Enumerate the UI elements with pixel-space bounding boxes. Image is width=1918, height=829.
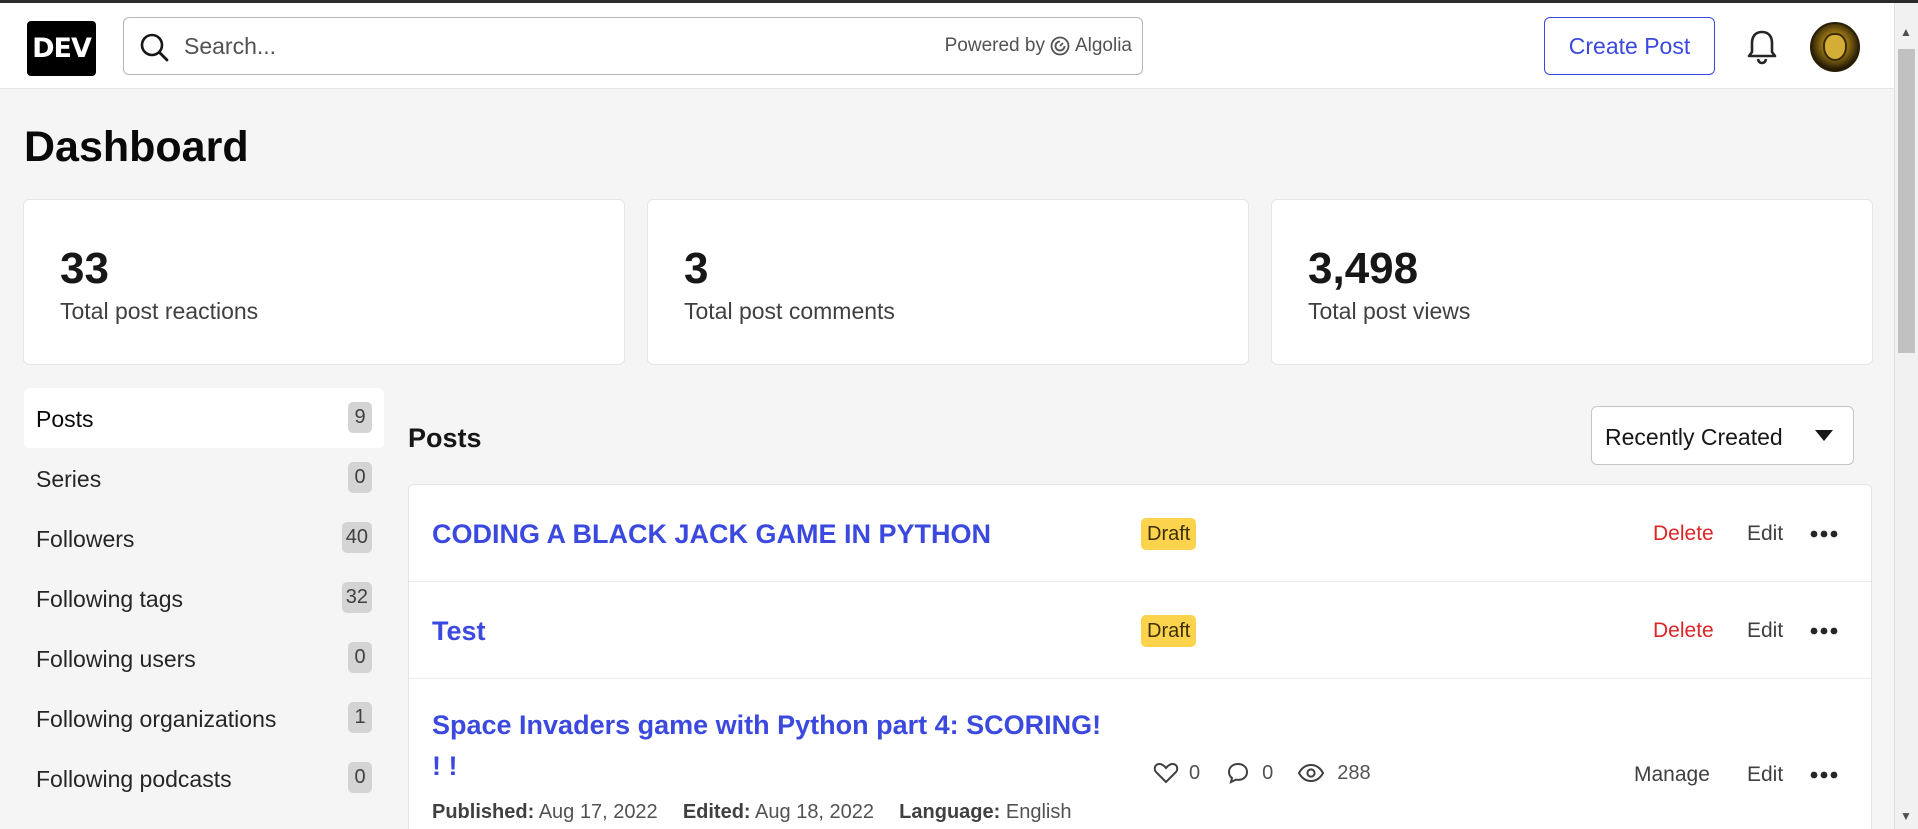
stat-label: Total post views (1308, 298, 1471, 324)
stat-value: 3,498 (1308, 244, 1419, 293)
comments-count: 0 (1262, 761, 1274, 784)
more-options-icon[interactable] (1809, 626, 1839, 636)
draft-badge: Draft (1141, 615, 1197, 647)
sidebar-item-count: 0 (348, 462, 372, 493)
caret-down-icon (1815, 430, 1833, 441)
sidebar-item-count: 32 (341, 582, 372, 613)
post-row: CODING A BLACK JACK GAME IN PYTHON Draft… (409, 485, 1871, 582)
posts-heading: Posts (408, 423, 482, 453)
sidebar-item-count: 0 (348, 762, 372, 793)
heart-icon (1153, 762, 1179, 784)
published-date: Aug 17, 2022 (538, 801, 658, 823)
lion-emblem-icon (1823, 33, 1847, 61)
eye-icon (1298, 763, 1325, 783)
post-row: Space Invaders game with Python part 4: … (409, 679, 1871, 829)
post-title-line: ! ! (432, 750, 458, 781)
more-options-icon[interactable] (1809, 770, 1839, 780)
sidebar-item-label: Following podcasts (36, 766, 232, 792)
sort-select[interactable]: Recently Created (1591, 406, 1854, 465)
post-title-link[interactable]: CODING A BLACK JACK GAME IN PYTHON (432, 514, 991, 555)
bell-icon[interactable] (1744, 28, 1780, 66)
post-engagement-stats: 0 0 288 (1153, 761, 1371, 785)
stat-card-views: 3,498 Total post views (1271, 199, 1873, 365)
more-options-icon[interactable] (1809, 529, 1839, 539)
post-title-link[interactable]: Test (432, 611, 486, 652)
dev-logo[interactable]: DEV (27, 21, 96, 76)
scroll-thumb[interactable] (1898, 49, 1915, 353)
sidebar-item-count: 1 (348, 702, 372, 733)
stat-card-comments: 3 Total post comments (647, 199, 1249, 365)
sidebar-item-count: 0 (348, 642, 372, 673)
sidebar-item-followers[interactable]: Followers 40 (24, 508, 384, 568)
language-value: English (1005, 801, 1072, 823)
sidebar-item-count: 9 (348, 402, 372, 433)
delete-post-button[interactable]: Delete (1653, 522, 1714, 546)
edited-date: Aug 18, 2022 (755, 801, 875, 823)
dashboard-sidebar: Posts 9 Series 0 Followers 40 Following … (24, 388, 384, 808)
sidebar-item-series[interactable]: Series 0 (24, 448, 384, 508)
comment-icon (1228, 762, 1249, 784)
edit-post-button[interactable]: Edit (1747, 763, 1783, 787)
draft-badge: Draft (1141, 518, 1197, 550)
sidebar-item-following-tags[interactable]: Following tags 32 (24, 568, 384, 628)
edited-label: Edited: (682, 801, 751, 823)
post-title-link[interactable]: Space Invaders game with Python part 4: … (432, 705, 1152, 786)
powered-by-algolia[interactable]: Powered by Algolia (945, 35, 1132, 57)
scroll-up-arrow-icon[interactable]: ▲ (1900, 25, 1912, 39)
sidebar-item-label: Followers (36, 526, 135, 552)
sidebar-item-count: 40 (341, 522, 372, 553)
edit-post-button[interactable]: Edit (1747, 522, 1783, 546)
stat-label: Total post comments (684, 298, 895, 324)
top-header: DEV Powered by Algolia Create Post (0, 3, 1894, 89)
create-post-button[interactable]: Create Post (1544, 17, 1715, 75)
posts-list: CODING A BLACK JACK GAME IN PYTHON Draft… (408, 484, 1872, 829)
algolia-icon (1050, 36, 1070, 56)
sidebar-item-posts[interactable]: Posts 9 (24, 388, 384, 448)
powered-by-label: Powered by (944, 35, 1045, 56)
page-title: Dashboard (24, 123, 249, 171)
sort-selected-value: Recently Created (1605, 424, 1783, 450)
stat-card-reactions: 33 Total post reactions (23, 199, 625, 365)
user-avatar[interactable] (1810, 22, 1860, 72)
sidebar-item-label: Posts (36, 406, 94, 432)
delete-post-button[interactable]: Delete (1653, 619, 1714, 643)
sidebar-item-label: Following users (36, 646, 196, 672)
published-label: Published: (432, 801, 535, 823)
stat-value: 3 (684, 244, 709, 293)
sidebar-item-following-organizations[interactable]: Following organizations 1 (24, 688, 384, 748)
manage-post-button[interactable]: Manage (1634, 763, 1710, 787)
post-title-line: Space Invaders game with Python part 4: … (432, 710, 1102, 740)
sidebar-item-label: Following organizations (36, 706, 277, 732)
stat-label: Total post reactions (60, 298, 259, 324)
post-row: Test Draft Delete Edit (409, 582, 1871, 679)
sidebar-item-label: Series (36, 466, 102, 492)
scroll-down-arrow-icon[interactable]: ▼ (1900, 809, 1912, 823)
sidebar-item-following-users[interactable]: Following users 0 (24, 628, 384, 688)
algolia-label: Algolia (1074, 35, 1132, 56)
search-icon (140, 33, 169, 62)
stat-value: 33 (60, 244, 109, 293)
search-box[interactable]: Powered by Algolia (123, 17, 1143, 75)
post-meta: Published: Aug 17, 2022 Edited: Aug 18, … (432, 801, 1071, 824)
sidebar-item-following-podcasts[interactable]: Following podcasts 0 (24, 748, 384, 808)
page-scrollbar[interactable]: ▲ ▼ (1894, 3, 1918, 829)
views-count: 288 (1337, 761, 1371, 784)
edit-post-button[interactable]: Edit (1747, 619, 1783, 643)
search-input[interactable] (184, 28, 834, 64)
sidebar-item-label: Following tags (36, 586, 184, 612)
reactions-count: 0 (1189, 761, 1201, 784)
language-label: Language: (899, 801, 1001, 823)
